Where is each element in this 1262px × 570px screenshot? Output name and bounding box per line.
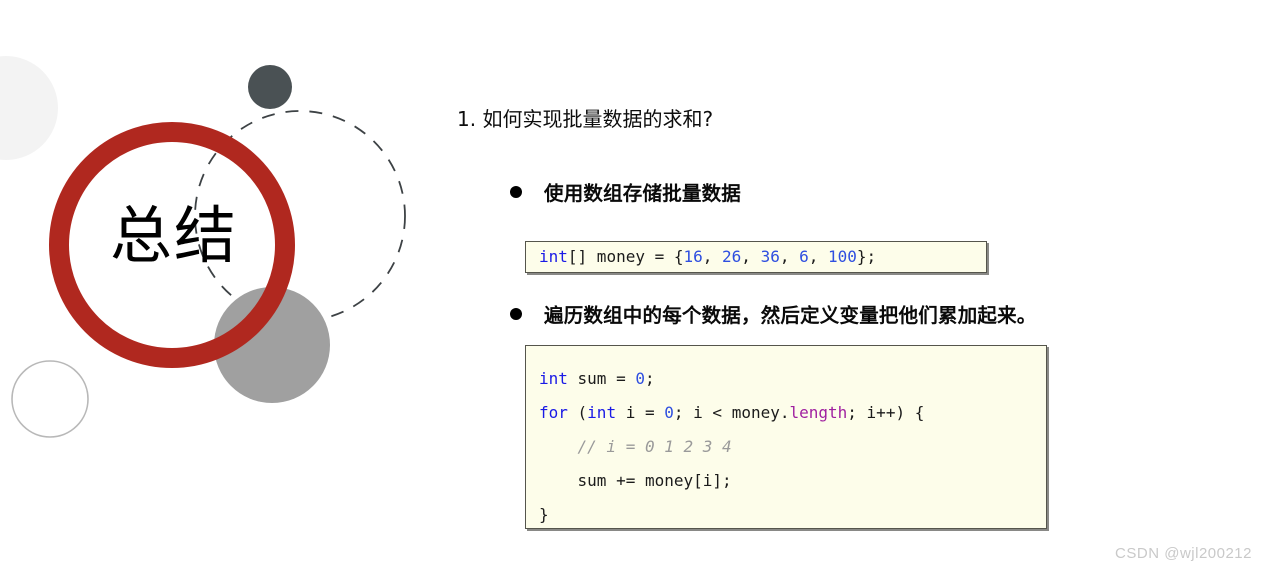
code-token-plain: [] money = { [567,247,684,266]
code-token-kw: int [539,369,568,388]
code-line: // i = 0 1 2 3 4 [539,430,1046,464]
code-line: } [539,498,1046,532]
decorative-graphic: 总结 [0,0,440,470]
code-token-plain: i = [616,403,665,422]
code-token-kw: int [587,403,617,422]
bullet-item-1-label: 使用数组存储批量数据 [544,182,742,205]
slide-content: 1. 如何实现批量数据的求和? 使用数组存储批量数据 int[] money =… [455,0,1255,570]
code-line: int sum = 0; [539,362,1046,396]
code-token-plain: sum = [567,369,636,388]
code-token-plain: , [808,247,828,266]
code-token-num: 0 [664,403,674,422]
code-line: for (int i = 0; i < money.length; i++) { [539,396,1046,430]
code-token-num: 0 [635,369,645,388]
code-token-num: 100 [828,247,857,266]
code-token-plain: sum += money[i]; [539,471,732,490]
bullet-item-1: 使用数组存储批量数据 [510,177,741,206]
bullet-dot-icon [510,307,522,320]
watermark-text: CSDN @wjl200212 [1115,545,1252,562]
code-token-plain: ( [567,403,588,422]
code-token-plain: ; i < money. [673,403,790,422]
bullet-item-2: 遍历数组中的每个数据，然后定义变量把他们累加起来。 [510,299,1037,328]
code-token-prop: length [789,403,848,422]
code-token-plain: } [539,505,549,524]
code-token-num: 36 [760,247,780,266]
pale-circle [0,56,58,160]
badge-label: 总结 [109,199,238,272]
code-token-plain: , [702,247,723,266]
code-token-kw: for [539,403,568,422]
question-heading: 1. 如何实现批量数据的求和? [457,107,714,131]
code-token-num: 16 [683,247,703,266]
dark-dot-circle [248,65,292,109]
bullet-dot-icon [510,185,522,198]
outline-circle [11,360,89,438]
code-token-kw: int [539,247,568,266]
code-token-cmt: // i = 0 1 2 3 4 [539,437,732,456]
code-token-plain: , [779,247,800,266]
code-line: int[] money = {16, 26, 36, 6, 100}; [539,247,986,267]
bullet-item-2-label: 遍历数组中的每个数据，然后定义变量把他们累加起来。 [544,304,1037,327]
code-block-sum-loop: int sum = 0; for (int i = 0; i < money.le… [525,345,1047,529]
code-token-num: 6 [799,247,809,266]
code-token-plain: ; i++) { [847,403,925,422]
code-token-num: 26 [722,247,742,266]
code-token-plain: }; [856,247,877,266]
code-line: sum += money[i]; [539,464,1046,498]
code-token-plain: ; [644,369,655,388]
code-block-array-declaration: int[] money = {16, 26, 36, 6, 100}; [525,241,987,273]
code-token-plain: , [741,247,761,266]
